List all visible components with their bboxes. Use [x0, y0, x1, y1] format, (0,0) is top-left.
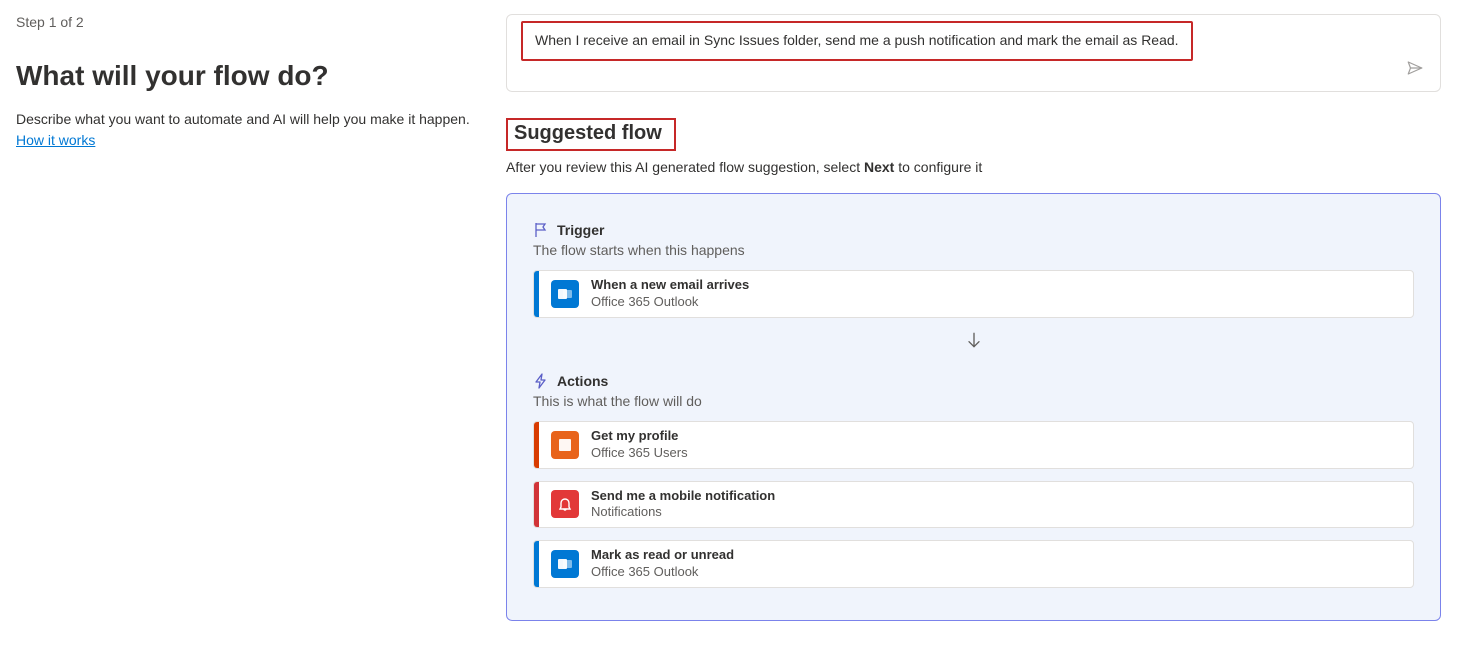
outlook-icon [551, 550, 579, 578]
trigger-section-sub: The flow starts when this happens [533, 242, 1414, 258]
card-accent [534, 422, 539, 468]
trigger-title: When a new email arrives [591, 277, 749, 294]
trigger-card[interactable]: When a new email arrives Office 365 Outl… [533, 270, 1414, 318]
page-title: What will your flow do? [16, 60, 476, 92]
page-description: Describe what you want to automate and A… [16, 110, 476, 130]
action-card-notification[interactable]: Send me a mobile notification Notificati… [533, 481, 1414, 529]
step-indicator: Step 1 of 2 [16, 14, 476, 30]
trigger-connector: Office 365 Outlook [591, 294, 749, 311]
send-icon [1406, 59, 1424, 82]
suggested-heading-highlight: Suggested flow [506, 118, 676, 151]
prompt-input-box[interactable]: When I receive an email in Sync Issues f… [506, 14, 1441, 92]
actions-section-label: Actions [557, 373, 608, 389]
arrow-down-icon [533, 330, 1414, 355]
action-connector: Office 365 Outlook [591, 564, 734, 581]
suggested-flow-subtext: After you review this AI generated flow … [506, 159, 1441, 175]
card-accent [534, 541, 539, 587]
how-it-works-link[interactable]: How it works [16, 132, 95, 148]
outlook-icon [551, 280, 579, 308]
card-accent [534, 482, 539, 528]
action-connector: Notifications [591, 504, 775, 521]
action-title: Get my profile [591, 428, 688, 445]
office-users-icon [551, 431, 579, 459]
card-accent [534, 271, 539, 317]
prompt-highlight: When I receive an email in Sync Issues f… [521, 21, 1193, 61]
prompt-text: When I receive an email in Sync Issues f… [535, 32, 1179, 48]
suggested-flow-heading: Suggested flow [514, 122, 662, 145]
action-title: Mark as read or unread [591, 547, 734, 564]
trigger-section-label: Trigger [557, 222, 604, 238]
action-card-profile[interactable]: Get my profile Office 365 Users [533, 421, 1414, 469]
suggested-flow-panel: Trigger The flow starts when this happen… [506, 193, 1441, 621]
lightning-icon [533, 373, 549, 389]
send-button[interactable] [1404, 59, 1426, 81]
action-card-mark-read[interactable]: Mark as read or unread Office 365 Outloo… [533, 540, 1414, 588]
flag-icon [533, 222, 549, 238]
action-title: Send me a mobile notification [591, 488, 775, 505]
action-connector: Office 365 Users [591, 445, 688, 462]
bell-icon [551, 490, 579, 518]
actions-section-sub: This is what the flow will do [533, 393, 1414, 409]
